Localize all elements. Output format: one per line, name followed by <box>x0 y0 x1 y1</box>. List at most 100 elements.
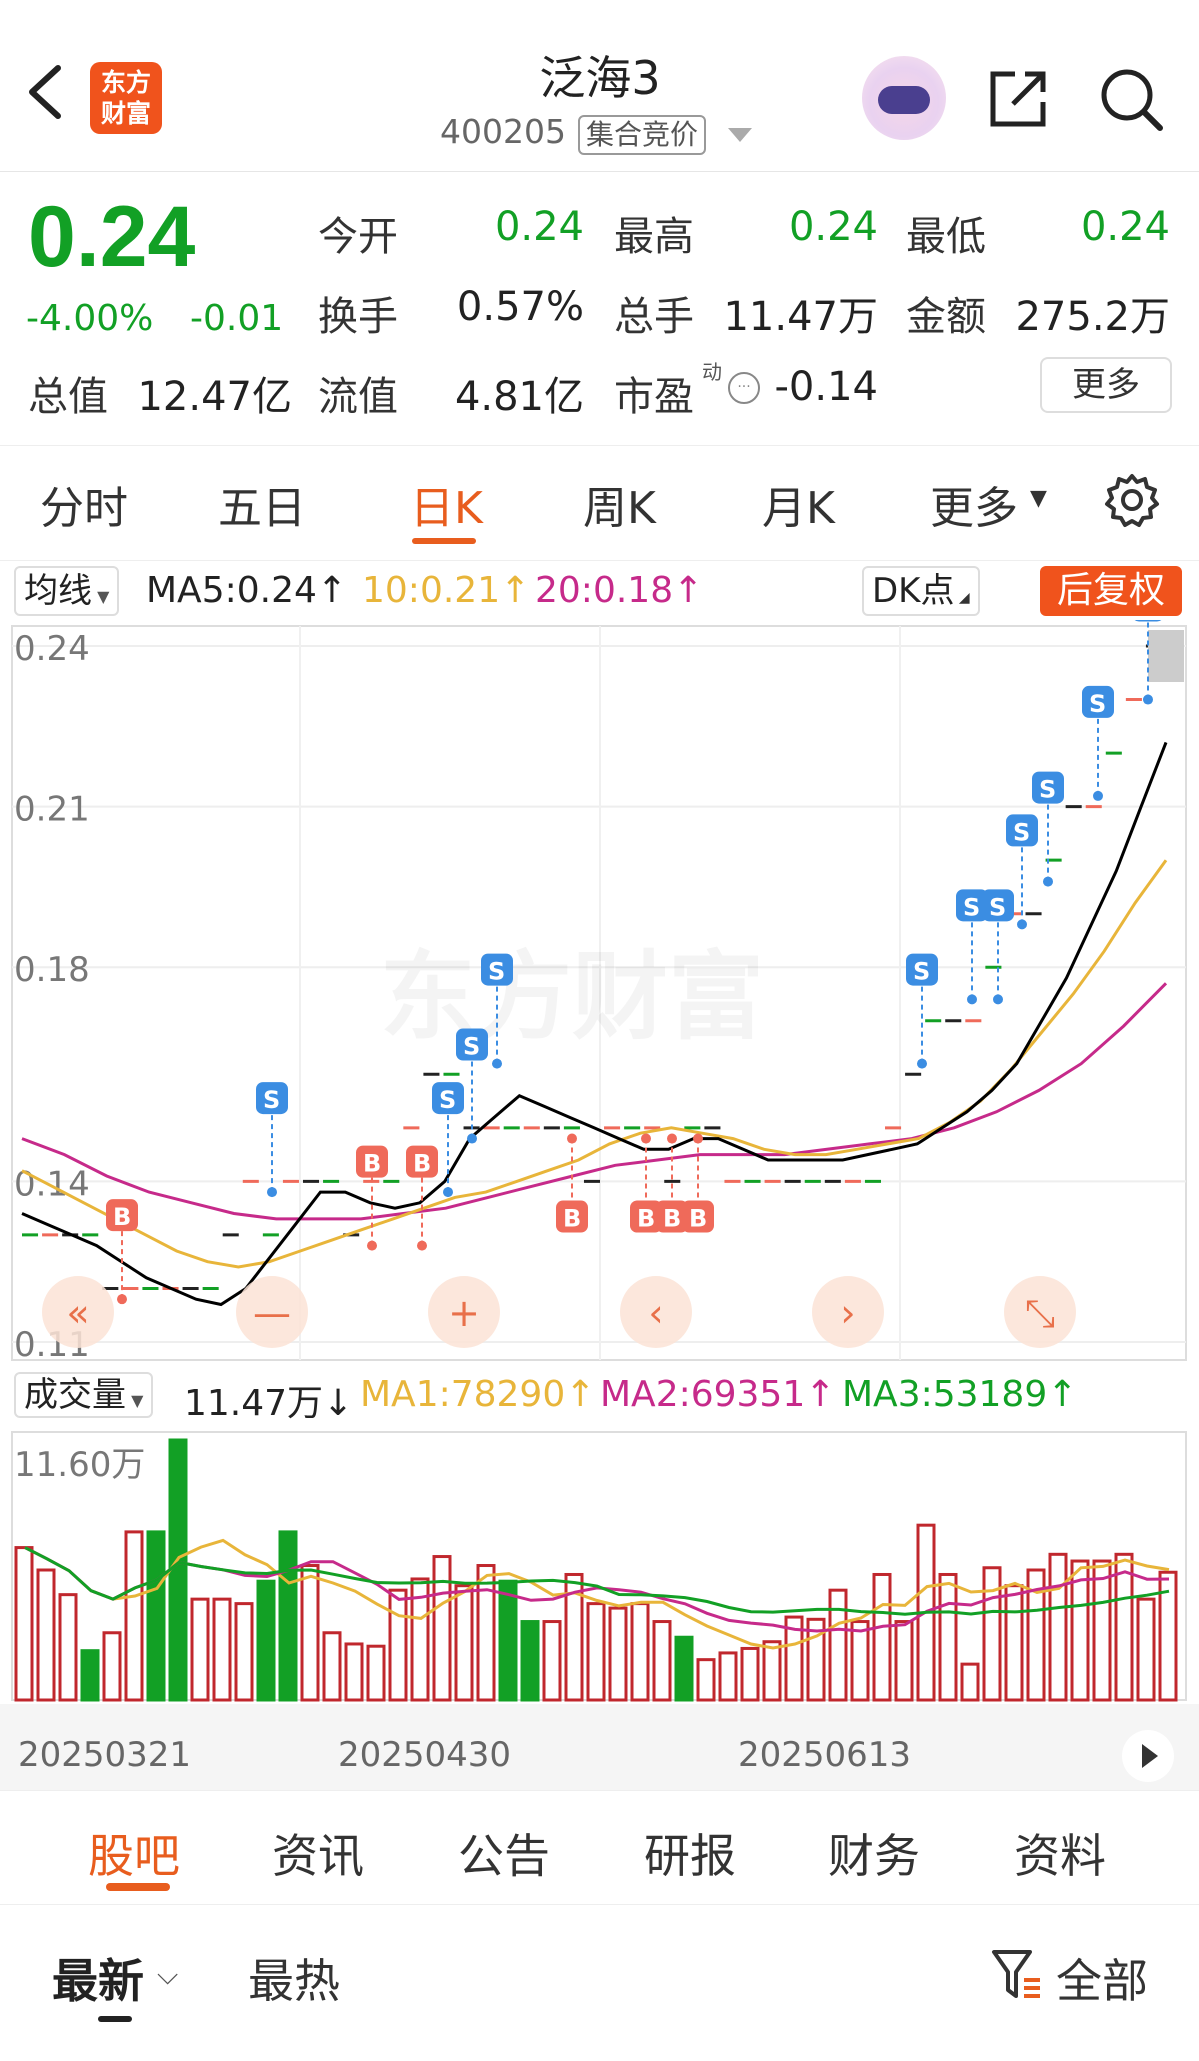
tab-research[interactable]: 研报 <box>644 1820 736 1886</box>
tab-guba[interactable]: 股吧 <box>88 1820 180 1886</box>
sell-signal-label: S <box>263 1086 280 1114</box>
assistant-robot-icon[interactable] <box>862 56 946 140</box>
change-percent: -4.00% <box>26 298 154 339</box>
volume-bar-up <box>696 1658 716 1702</box>
signal-dot <box>1143 694 1153 705</box>
tab-profile[interactable]: 资料 <box>1014 1820 1106 1886</box>
tab-daily-k[interactable]: 日K <box>410 472 483 536</box>
volume-bar-up <box>608 1606 628 1702</box>
divider <box>0 445 1199 446</box>
signal-dot <box>667 1133 677 1144</box>
volume-bar-up <box>14 1546 34 1702</box>
back-arrow-icon[interactable] <box>22 62 72 122</box>
volume-bar-up <box>894 1620 914 1702</box>
adjust-toggle[interactable]: 后复权 <box>1040 566 1182 616</box>
volume-selector-label: 成交量 <box>24 1375 126 1415</box>
low-label: 最低 <box>906 214 986 260</box>
volume-bar-up <box>300 1564 320 1702</box>
divider <box>0 1904 1199 1905</box>
volume-bar-up <box>212 1597 232 1702</box>
open-label: 今开 <box>318 214 398 260</box>
search-icon[interactable] <box>1098 66 1164 132</box>
signal-dot <box>443 1187 453 1198</box>
ma5-value: MA5:0.24↑ <box>146 570 348 611</box>
volume-max-label: 11.60万 <box>14 1445 145 1485</box>
market-cap-label: 总值 <box>28 374 108 420</box>
volume-bar-up <box>828 1588 848 1702</box>
turnover-value: 0.57% <box>456 284 584 330</box>
pe-superscript: 动 <box>702 360 722 384</box>
signal-dot <box>1093 790 1103 801</box>
market-cap-value: 12.47亿 <box>137 374 292 420</box>
amount-value: 275.2万 <box>1015 294 1170 340</box>
ma-selector[interactable]: 均线 ▼ <box>14 566 120 616</box>
signal-dot <box>693 1133 703 1144</box>
tab-news[interactable]: 资讯 <box>272 1820 364 1886</box>
volume-bar-down <box>674 1635 694 1702</box>
tab-more[interactable]: 更多 <box>930 472 1018 536</box>
volume-bar-down <box>168 1438 188 1702</box>
volume-value: 11.47万 <box>723 294 878 340</box>
active-tab-indicator <box>412 538 476 544</box>
signal-dot <box>492 1058 502 1069</box>
volume-bar-up <box>740 1646 760 1702</box>
last-price: 0.24 <box>28 189 196 285</box>
zoom-in-button-glyph: + <box>448 1291 480 1335</box>
volume-bar-up <box>388 1588 408 1702</box>
stock-code: 400205 <box>440 112 566 151</box>
volume-bar-down <box>498 1579 518 1702</box>
vol-ma3-value: MA3:53189↑ <box>842 1374 1078 1415</box>
sort-hottest[interactable]: 最热 <box>248 1945 340 2011</box>
buy-signal-label: B <box>663 1205 681 1233</box>
sell-signal-label: S <box>913 958 930 986</box>
tab-monthly-k[interactable]: 月K <box>762 472 835 536</box>
volume-bar-up <box>652 1620 672 1702</box>
buy-signal-label: B <box>637 1205 655 1233</box>
signal-dot <box>417 1240 427 1251</box>
tab-announcements[interactable]: 公告 <box>458 1820 550 1886</box>
filter-icon[interactable] <box>990 1946 1042 2002</box>
x-axis-label: 20250613 <box>738 1735 911 1775</box>
tab-intraday[interactable]: 分时 <box>40 472 128 536</box>
high-label: 最高 <box>614 214 694 260</box>
signal-dot <box>1043 876 1053 887</box>
tab-weekly-k[interactable]: 周K <box>583 472 656 536</box>
filter-all[interactable]: 全部 <box>1056 1945 1148 2011</box>
volume-bar-up <box>630 1602 650 1702</box>
volume-bar-up <box>58 1593 78 1702</box>
fullscreen-button-glyph: ⤡ <box>1025 1291 1055 1335</box>
sell-signal-label: S <box>1139 620 1156 622</box>
chevron-down-icon[interactable] <box>728 128 752 142</box>
sort-newest[interactable]: 最新 <box>52 1945 144 2011</box>
scroll-left-button-glyph: ‹ <box>648 1291 663 1335</box>
gear-icon[interactable] <box>1102 470 1162 530</box>
more-quote-button[interactable]: 更多 <box>1040 357 1172 413</box>
signal-dot <box>267 1187 277 1198</box>
volume-selector[interactable]: 成交量 ▼ <box>14 1372 154 1418</box>
kline-chart[interactable]: 0.240.210.180.140.11东方财富SSSSSSSSSSSBBBBB… <box>0 620 1199 1790</box>
float-cap-label: 流值 <box>318 374 398 420</box>
volume-bar-up <box>542 1620 562 1702</box>
session-badge: 集合竞价 <box>578 115 707 155</box>
chevron-down-icon: ▼ <box>1030 486 1047 511</box>
buy-signal-label: B <box>363 1150 381 1178</box>
info-icon[interactable]: ··· <box>728 372 760 404</box>
volume-bar-up <box>344 1642 364 1702</box>
volume-bar-up <box>586 1602 606 1702</box>
vol-ma2-value: MA2:69351↑ <box>600 1374 836 1415</box>
share-icon[interactable] <box>985 66 1051 132</box>
chevron-down-icon[interactable]: ⌵ <box>157 1958 178 1992</box>
volume-bar-up <box>1048 1552 1068 1702</box>
signal-dot <box>641 1133 651 1144</box>
volume-bar-up <box>454 1584 474 1702</box>
sell-signal-label: S <box>1089 690 1106 718</box>
dk-selector[interactable]: DK点 ◢ <box>862 566 980 616</box>
app-logo: 东方 财富 <box>90 62 162 134</box>
volume-bar-up <box>476 1564 496 1702</box>
tab-five-day[interactable]: 五日 <box>218 472 306 536</box>
candle-latest <box>1148 630 1184 682</box>
float-cap-value: 4.81亿 <box>454 374 584 420</box>
tab-finance[interactable]: 财务 <box>828 1820 920 1886</box>
signal-dot <box>117 1294 127 1305</box>
volume-bar-up <box>102 1631 122 1702</box>
